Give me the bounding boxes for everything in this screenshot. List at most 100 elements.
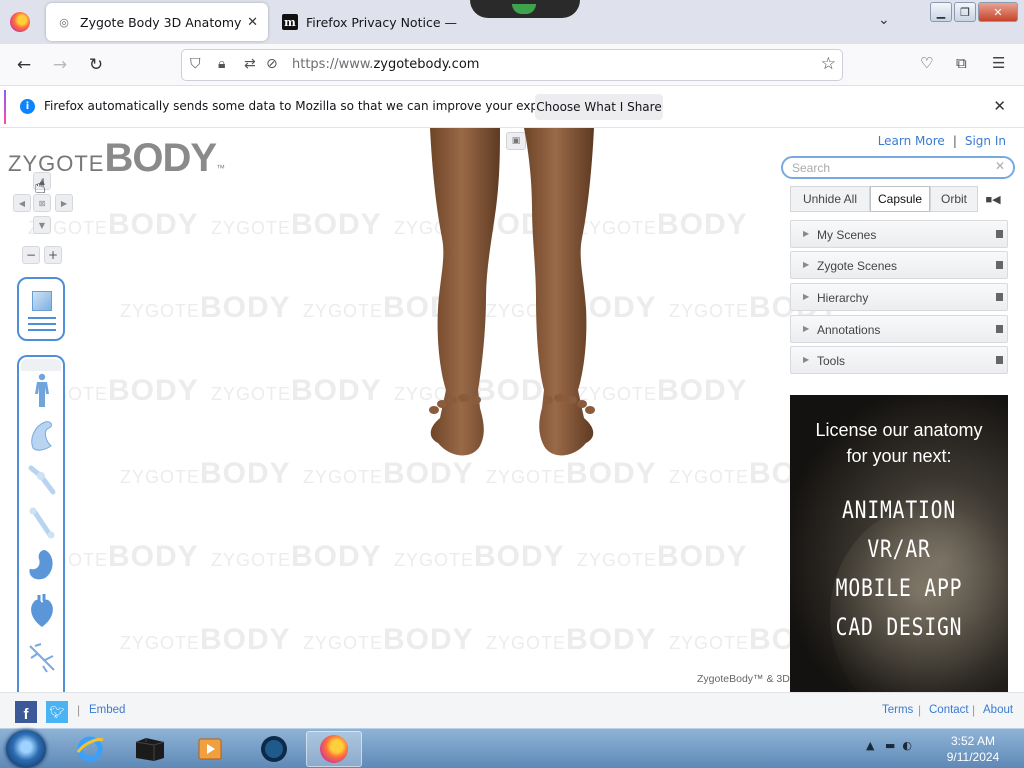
shield-icon[interactable]: ⛉ [190, 56, 201, 72]
stomach-organ-icon[interactable] [26, 547, 58, 583]
skeleton-joint-icon[interactable] [26, 461, 58, 497]
twitter-icon[interactable]: 🐦︎ [46, 701, 68, 723]
link-separator: | [952, 134, 957, 148]
tab-privacy-notice[interactable]: m Firefox Privacy Notice — Mozi [272, 3, 472, 41]
view-mode-toggle[interactable] [17, 277, 65, 341]
restore-button[interactable]: ❐ [954, 2, 976, 22]
internet-explorer-icon[interactable] [62, 731, 118, 767]
facebook-icon[interactable]: f [15, 701, 37, 723]
watermark-text: ZYGOTEBODY [120, 291, 291, 324]
bone-icon[interactable] [26, 505, 58, 541]
expand-arrow-icon: ▶ [803, 355, 810, 364]
anatomy-3d-model[interactable] [420, 128, 610, 468]
orbit-mode-button[interactable]: Orbit [930, 186, 978, 212]
network-icon[interactable]: ▬ [885, 739, 895, 752]
zygote-body-viewer[interactable]: ZYGOTEBODY ZYGOTEBODY ZYGOTEBODY ZYGOTEBODY… [0, 128, 1024, 728]
panel-my-scenes[interactable]: ▶ My Scenes [790, 220, 1008, 248]
ad-items: ANIMATION VR/AR MOBILE APP CAD DESIGN [790, 491, 1008, 647]
panel-label: Zygote Scenes [817, 259, 898, 273]
reload-icon[interactable]: ↻ [82, 52, 110, 78]
nervous-system-icon[interactable] [26, 639, 58, 675]
tab-zygote-body[interactable]: ◎ Zygote Body 3D Anatomy Onli ✕ [46, 3, 268, 41]
screen-overlay-notch [470, 0, 580, 18]
url-text[interactable]: https://www.zygotebody.com [292, 57, 479, 72]
watermark-text: ZYGOTEBODY [303, 623, 474, 656]
unhide-all-button[interactable]: Unhide All [790, 186, 870, 212]
watermark-text: ZYGOTEBODY [486, 623, 657, 656]
footer-separator: | [972, 703, 976, 717]
panel-annotations[interactable]: ▶ Annotations [790, 315, 1008, 343]
cube-icon [32, 291, 52, 311]
windows-taskbar: ▲ ▬ ◐ 3:52 AM 9/11/2024 [0, 728, 1024, 768]
footer-separator: | [77, 703, 81, 717]
panel-pin-icon[interactable] [996, 356, 1003, 364]
terms-link[interactable]: Terms [882, 704, 913, 716]
firefox-taskbar-icon[interactable] [306, 731, 362, 767]
watermark-text: ZYGOTEBODY [211, 540, 382, 573]
sign-in-link[interactable]: Sign In [965, 134, 1006, 148]
window-close-button[interactable]: ✕ [978, 2, 1018, 22]
zoom-out-button[interactable]: − [22, 246, 40, 264]
globe-app-icon[interactable] [246, 731, 302, 767]
search-clear-icon[interactable]: ✕ [995, 159, 1005, 173]
slider-handle[interactable] [21, 359, 61, 371]
panel-zygote-scenes[interactable]: ▶ Zygote Scenes [790, 251, 1008, 279]
about-link[interactable]: About [983, 704, 1013, 716]
show-hidden-icons-icon[interactable]: ▲ [866, 739, 874, 752]
learn-more-link[interactable]: Learn More [878, 134, 945, 148]
hamburger-menu-icon[interactable]: ☰ [992, 54, 1005, 72]
pan-left-button[interactable]: ◀ [13, 194, 31, 212]
firefox-menu-icon[interactable] [10, 12, 30, 32]
muscle-layer-icon[interactable] [26, 417, 58, 453]
window-controls: ▁ ❐ ✕ [930, 2, 1018, 22]
notification-close-icon[interactable]: ✕ [993, 97, 1006, 115]
clock-time: 3:52 AM [950, 734, 996, 748]
panel-tools[interactable]: ▶ Tools [790, 346, 1008, 374]
camera-icon[interactable]: ■◀ [978, 186, 1008, 212]
expand-arrow-icon: ▶ [803, 324, 810, 333]
heart-organ-icon[interactable] [26, 593, 58, 629]
body-systems-slider[interactable] [17, 355, 65, 695]
lock-icon[interactable]: 🔒︎ [218, 56, 225, 72]
hand-cursor-icon: ☝ [34, 174, 47, 198]
search-input[interactable] [792, 160, 982, 176]
chevron-down-icon[interactable]: ⌄ [878, 12, 890, 28]
zoom-in-button[interactable]: + [44, 246, 62, 264]
panel-pin-icon[interactable] [996, 325, 1003, 333]
capsule-mode-button[interactable]: Capsule [870, 186, 930, 212]
notification-text: Firefox automatically sends some data to… [44, 99, 587, 113]
tab-title: Firefox Privacy Notice — Mozi [306, 14, 462, 30]
skin-layer-icon[interactable] [26, 373, 58, 409]
taskbar-clock[interactable]: 3:52 AM 9/11/2024 [938, 733, 1008, 765]
volume-icon[interactable]: ◐ [902, 739, 912, 752]
panel-pin-icon[interactable] [996, 230, 1003, 238]
panel-pin-icon[interactable] [996, 261, 1003, 269]
url-domain: zygotebody.com [373, 57, 480, 72]
pan-right-button[interactable]: ▶ [55, 194, 73, 212]
embed-link[interactable]: Embed [89, 704, 125, 716]
pocket-icon[interactable]: ♡ [920, 54, 933, 72]
choose-what-i-share-button[interactable]: Choose What I Share [535, 94, 663, 120]
tracking-blocked-icon[interactable]: ⊘ [266, 56, 278, 72]
extensions-icon[interactable]: ⧉ [956, 54, 967, 72]
terminal-app-icon[interactable] [122, 731, 178, 767]
panel-pin-icon[interactable] [996, 293, 1003, 301]
watermark-text: ZYGOTEBODY [211, 208, 382, 241]
watermark-text: ZYGOTEBODY [120, 457, 291, 490]
tab-title: Zygote Body 3D Anatomy Onli [80, 14, 242, 30]
minimize-button[interactable]: ▁ [930, 2, 952, 22]
license-advertisement[interactable]: License our anatomy for your next: ANIMA… [790, 395, 1008, 692]
panel-label: Annotations [817, 323, 881, 337]
pan-down-button[interactable]: ▼ [33, 216, 51, 234]
back-arrow-icon[interactable]: ← [10, 52, 38, 78]
windows-start-button[interactable] [6, 730, 46, 768]
panel-label: Hierarchy [817, 291, 869, 305]
media-player-icon[interactable] [182, 731, 238, 767]
bookmark-star-icon[interactable]: ☆ [821, 54, 836, 74]
forward-arrow-icon[interactable]: → [46, 52, 74, 78]
panel-hierarchy[interactable]: ▶ Hierarchy [790, 283, 1008, 311]
url-bar[interactable]: ⛉ 🔒︎ ⇄ ⊘ https://www.zygotebody.com ☆ [181, 49, 843, 81]
tab-close-icon[interactable]: ✕ [247, 15, 258, 30]
permissions-icon[interactable]: ⇄ [244, 56, 256, 72]
contact-link[interactable]: Contact [929, 704, 969, 716]
